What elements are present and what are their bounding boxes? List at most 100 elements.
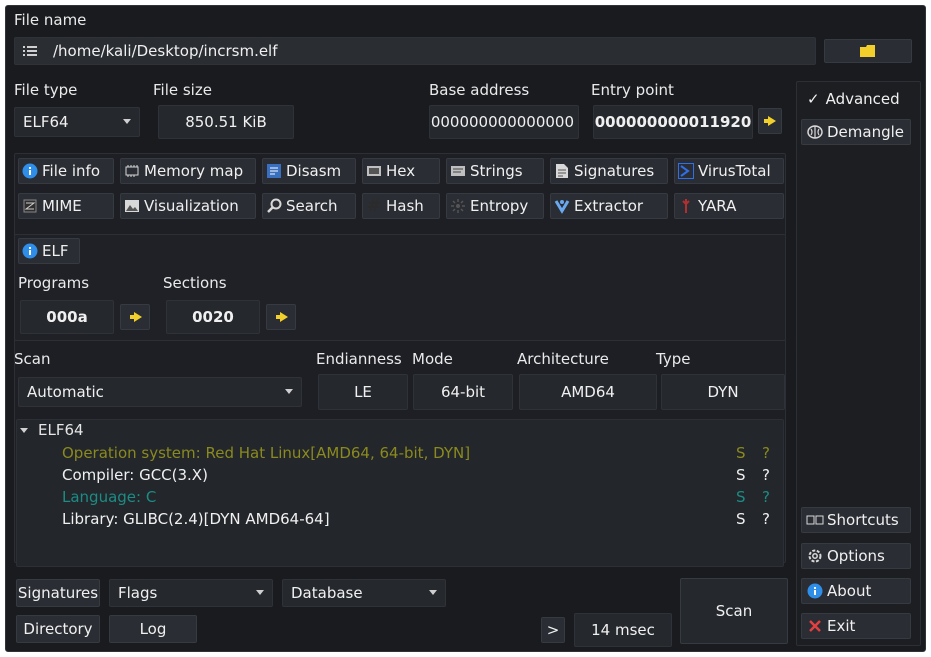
strings-button[interactable]: Strings [446, 158, 544, 184]
image-icon [123, 197, 141, 215]
more-button[interactable]: > [541, 617, 565, 643]
result-item[interactable]: Operation system: Red Hat Linux[AMD64, 6… [62, 444, 470, 462]
demangle-label: Demangle [827, 123, 905, 141]
memory-map-button[interactable]: Memory map [120, 158, 256, 184]
visualization-label: Visualization [144, 197, 239, 215]
open-file-button[interactable] [824, 39, 912, 63]
file-type-value: ELF64 [23, 113, 69, 131]
directory-button[interactable]: Directory [16, 615, 100, 643]
signatures-label: Signatures [17, 584, 99, 602]
hex-icon [365, 162, 383, 180]
chevron-down-icon [123, 119, 131, 124]
options-button[interactable]: Options [801, 543, 911, 569]
signatures-tool-label: Signatures [574, 162, 655, 180]
log-button[interactable]: Log [109, 615, 197, 643]
disasm-button[interactable]: Disasm [262, 158, 356, 184]
result-item[interactable]: Library: GLIBC(2.4)[DYN AMD64-64] [62, 510, 330, 528]
endianness-field: LE [318, 374, 408, 410]
database-select[interactable]: Database [282, 579, 446, 607]
file-size-label: File size [153, 81, 212, 99]
strings-icon [449, 162, 467, 180]
base-address-field[interactable]: 0000000000000000 [429, 105, 579, 139]
extractor-button[interactable]: Extractor [550, 193, 668, 219]
advanced-label: Advanced [825, 90, 900, 108]
result-info-marker[interactable]: ? [762, 488, 770, 506]
folder-icon [860, 45, 875, 57]
type-field: DYN [661, 374, 785, 410]
advanced-checkbox[interactable]: ✓ Advanced [801, 86, 915, 112]
exit-label: Exit [827, 617, 856, 635]
about-button[interactable]: About [801, 578, 911, 604]
tree-root[interactable]: ELF64 [20, 421, 84, 439]
more-label: > [546, 621, 560, 639]
file-type-label: File type [14, 81, 78, 99]
signatures-tool-button[interactable]: Signatures [550, 158, 668, 184]
memory-map-label: Memory map [144, 162, 244, 180]
result-item[interactable]: Compiler: GCC(3.X) [62, 466, 208, 484]
flags-select[interactable]: Flags [109, 579, 273, 607]
result-item[interactable]: Language: C [62, 488, 156, 506]
architecture-field: AMD64 [519, 374, 657, 410]
mode-field: 64-bit [413, 374, 513, 410]
result-scan-marker: S [736, 444, 746, 462]
type-label: Type [656, 350, 691, 368]
file-name-label: File name [14, 11, 87, 29]
search-label: Search [286, 197, 338, 215]
visualization-button[interactable]: Visualization [120, 193, 256, 219]
hex-label: Hex [386, 162, 416, 180]
chevron-down-icon [256, 590, 264, 595]
mime-button[interactable]: MIME [18, 193, 114, 219]
sections-go-button[interactable] [266, 304, 296, 330]
file-type-select[interactable]: ELF64 [14, 107, 140, 137]
scan-button[interactable]: Scan [680, 578, 788, 644]
virustotal-button[interactable]: VirusTotal [674, 158, 784, 184]
file-info-button[interactable]: File info [18, 158, 114, 184]
arrow-right-icon [764, 116, 776, 126]
yara-button[interactable]: YARA [674, 193, 784, 219]
virustotal-icon [677, 162, 695, 180]
elf-tab-button[interactable]: ELF [18, 238, 80, 264]
result-info-marker[interactable]: ? [762, 444, 770, 462]
result-info-marker[interactable]: ? [762, 466, 770, 484]
demangle-button[interactable]: Demangle [801, 119, 911, 145]
scan-label: Scan [14, 350, 51, 368]
architecture-label: Architecture [517, 350, 609, 368]
programs-label: Programs [18, 274, 90, 292]
search-button[interactable]: Search [262, 193, 356, 219]
info-icon [21, 242, 39, 260]
mime-icon [21, 197, 39, 215]
hash-icon: # [366, 196, 382, 216]
gear-icon [806, 547, 824, 565]
programs-go-button[interactable] [120, 304, 150, 330]
sections-label: Sections [163, 274, 227, 292]
shortcuts-button[interactable]: Shortcuts [801, 507, 911, 533]
hash-button[interactable]: # Hash [362, 193, 440, 219]
collapse-arrow-icon[interactable] [20, 428, 28, 433]
entry-point-go-button[interactable] [758, 108, 782, 134]
endianness-label: Endianness [316, 350, 402, 368]
scan-time-field: 14 msec [574, 613, 672, 647]
scan-mode-select[interactable]: Automatic [18, 377, 302, 407]
programs-value: 000a [46, 308, 88, 326]
check-icon: ✓ [807, 90, 820, 108]
hex-button[interactable]: Hex [362, 158, 440, 184]
entropy-label: Entropy [470, 197, 529, 215]
chevron-down-icon [285, 389, 293, 394]
log-label: Log [139, 620, 167, 638]
scan-time-value: 14 msec [591, 621, 655, 639]
programs-field: 000a [20, 300, 114, 334]
file-size-field: 850.51 KiB [158, 105, 294, 139]
entropy-button[interactable]: Entropy [446, 193, 544, 219]
file-path-field[interactable]: /home/kali/Desktop/incrsm.elf [14, 37, 816, 65]
list-icon[interactable] [17, 38, 43, 64]
directory-label: Directory [23, 620, 93, 638]
virustotal-label: VirusTotal [698, 162, 771, 180]
document-icon [553, 162, 571, 180]
yara-icon [677, 197, 695, 215]
brain-icon [806, 123, 824, 141]
entry-point-field[interactable]: 000000000011920 [593, 105, 753, 139]
result-info-marker[interactable]: ? [762, 510, 770, 528]
extractor-label: Extractor [574, 197, 644, 215]
signatures-button[interactable]: Signatures [16, 579, 100, 607]
exit-button[interactable]: Exit [801, 613, 911, 639]
